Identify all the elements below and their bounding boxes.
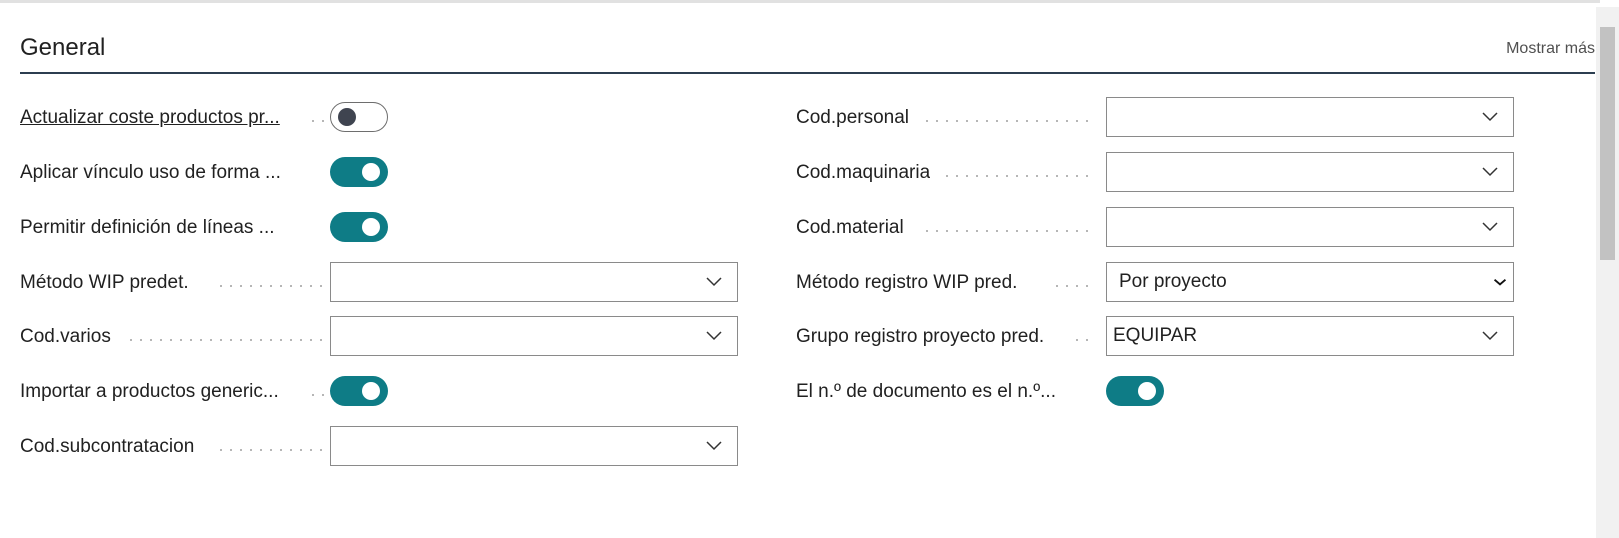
- field-label: Grupo registro proyecto pred.: [796, 326, 1045, 347]
- field-label: Importar a productos generic...: [20, 381, 279, 402]
- field-row-aplicar-vinculo: Aplicar vínculo uso de forma ...: [20, 152, 740, 194]
- leader-dots: [216, 449, 324, 451]
- select-cod-material[interactable]: [1106, 207, 1514, 247]
- leader-dots: [942, 175, 1090, 177]
- toggle-switch[interactable]: [330, 376, 388, 406]
- toggle-switch[interactable]: [1106, 376, 1164, 406]
- field-label: Método registro WIP pred.: [796, 272, 1018, 293]
- toggle-switch[interactable]: [330, 102, 388, 132]
- section-title[interactable]: General: [20, 34, 105, 62]
- leader-dots: [216, 285, 324, 287]
- toggle-switch[interactable]: [330, 157, 388, 187]
- toggle-knob: [362, 163, 380, 181]
- vertical-scrollbar[interactable]: [1596, 7, 1619, 538]
- field-row-permitir-definicion: Permitir definición de líneas ...: [20, 207, 740, 249]
- chevron-down-icon: [1482, 167, 1498, 177]
- field-row-n-documento: El n.º de documento es el n.º...: [796, 371, 1516, 413]
- select-grupo-registro[interactable]: EQUIPAR: [1106, 316, 1514, 356]
- show-more-link[interactable]: Mostrar más: [1506, 40, 1595, 58]
- field-row-grupo-registro: Grupo registro proyecto pred. EQUIPAR: [796, 316, 1516, 358]
- chevron-down-icon: [1482, 331, 1498, 341]
- field-label: Aplicar vínculo uso de forma ...: [20, 162, 281, 183]
- select-value: Por proyecto: [1119, 271, 1227, 292]
- toggle-knob: [362, 218, 380, 236]
- select-value: EQUIPAR: [1113, 325, 1198, 346]
- field-row-metodo-registro-wip: Método registro WIP pred. Por proyecto: [796, 262, 1516, 304]
- field-label: Cod.varios: [20, 326, 111, 347]
- field-label: Cod.material: [796, 217, 904, 238]
- field-row-cod-material: Cod.material: [796, 207, 1516, 249]
- field-label: Cod.personal: [796, 107, 910, 128]
- field-label: Cod.maquinaria: [796, 162, 931, 183]
- field-row-cod-maquinaria: Cod.maquinaria: [796, 152, 1516, 194]
- select-metodo-registro-wip[interactable]: Por proyecto: [1106, 262, 1514, 302]
- select-cod-personal[interactable]: [1106, 97, 1514, 137]
- field-label: Permitir definición de líneas ...: [20, 217, 275, 238]
- field-row-cod-varios: Cod.varios: [20, 316, 740, 358]
- field-row-importar-productos: Importar a productos generic...: [20, 371, 740, 413]
- select-cod-subcontratacion[interactable]: [330, 426, 738, 466]
- leader-dots: [1072, 339, 1090, 341]
- field-row-actualizar-coste: Actualizar coste productos pr...: [20, 97, 740, 139]
- chevron-down-icon: [1482, 222, 1498, 232]
- leader-dots: [308, 394, 324, 396]
- select-cod-varios[interactable]: [330, 316, 738, 356]
- toggle-knob: [362, 382, 380, 400]
- chevron-down-icon: [706, 441, 722, 451]
- section-header: General Mostrar más: [20, 32, 1595, 74]
- field-row-cod-personal: Cod.personal: [796, 97, 1516, 139]
- field-label[interactable]: Actualizar coste productos pr...: [20, 97, 302, 139]
- chevron-down-icon: [1493, 278, 1507, 286]
- field-label: Método WIP predet.: [20, 272, 189, 293]
- field-label: Cod.subcontratacion: [20, 436, 195, 457]
- toggle-switch[interactable]: [330, 212, 388, 242]
- leader-dots: [922, 230, 1090, 232]
- chevron-down-icon: [1482, 112, 1498, 122]
- leader-dots: [922, 120, 1090, 122]
- leader-dots: [1052, 285, 1090, 287]
- toggle-knob: [1138, 382, 1156, 400]
- field-row-cod-subcontratacion: Cod.subcontratacion: [20, 426, 740, 468]
- select-cod-maquinaria[interactable]: [1106, 152, 1514, 192]
- top-border: [0, 0, 1600, 3]
- field-label: El n.º de documento es el n.º...: [796, 381, 1056, 402]
- leader-dots: [308, 120, 324, 122]
- chevron-down-icon: [706, 331, 722, 341]
- leader-dots: [126, 339, 324, 341]
- field-row-metodo-wip: Método WIP predet.: [20, 262, 740, 304]
- toggle-knob: [338, 108, 356, 126]
- select-metodo-wip[interactable]: [330, 262, 738, 302]
- scrollbar-thumb[interactable]: [1600, 27, 1615, 260]
- chevron-down-icon: [706, 277, 722, 287]
